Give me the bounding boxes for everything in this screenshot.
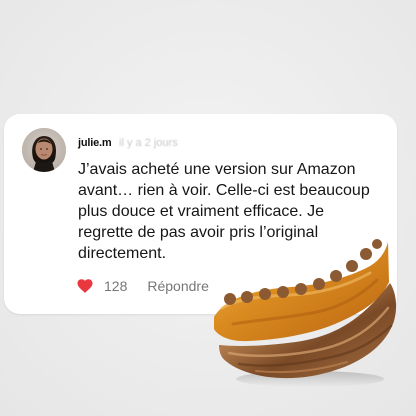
avatar-image bbox=[22, 128, 66, 172]
username[interactable]: julie.m bbox=[78, 137, 112, 149]
timestamp: il y a 2 jours bbox=[119, 137, 178, 149]
like-count: 128 bbox=[104, 278, 128, 294]
heart-shape bbox=[77, 279, 93, 293]
avatar[interactable] bbox=[22, 128, 66, 172]
comment-text: J’avais acheté une version sur Amazon av… bbox=[78, 161, 370, 262]
comment-actions: 128 Répondre bbox=[76, 276, 209, 296]
comment-card: julie.m il y a 2 jours J’avais acheté un… bbox=[4, 114, 397, 314]
heart-icon[interactable] bbox=[76, 277, 94, 295]
reply-button[interactable]: Répondre bbox=[147, 278, 209, 294]
